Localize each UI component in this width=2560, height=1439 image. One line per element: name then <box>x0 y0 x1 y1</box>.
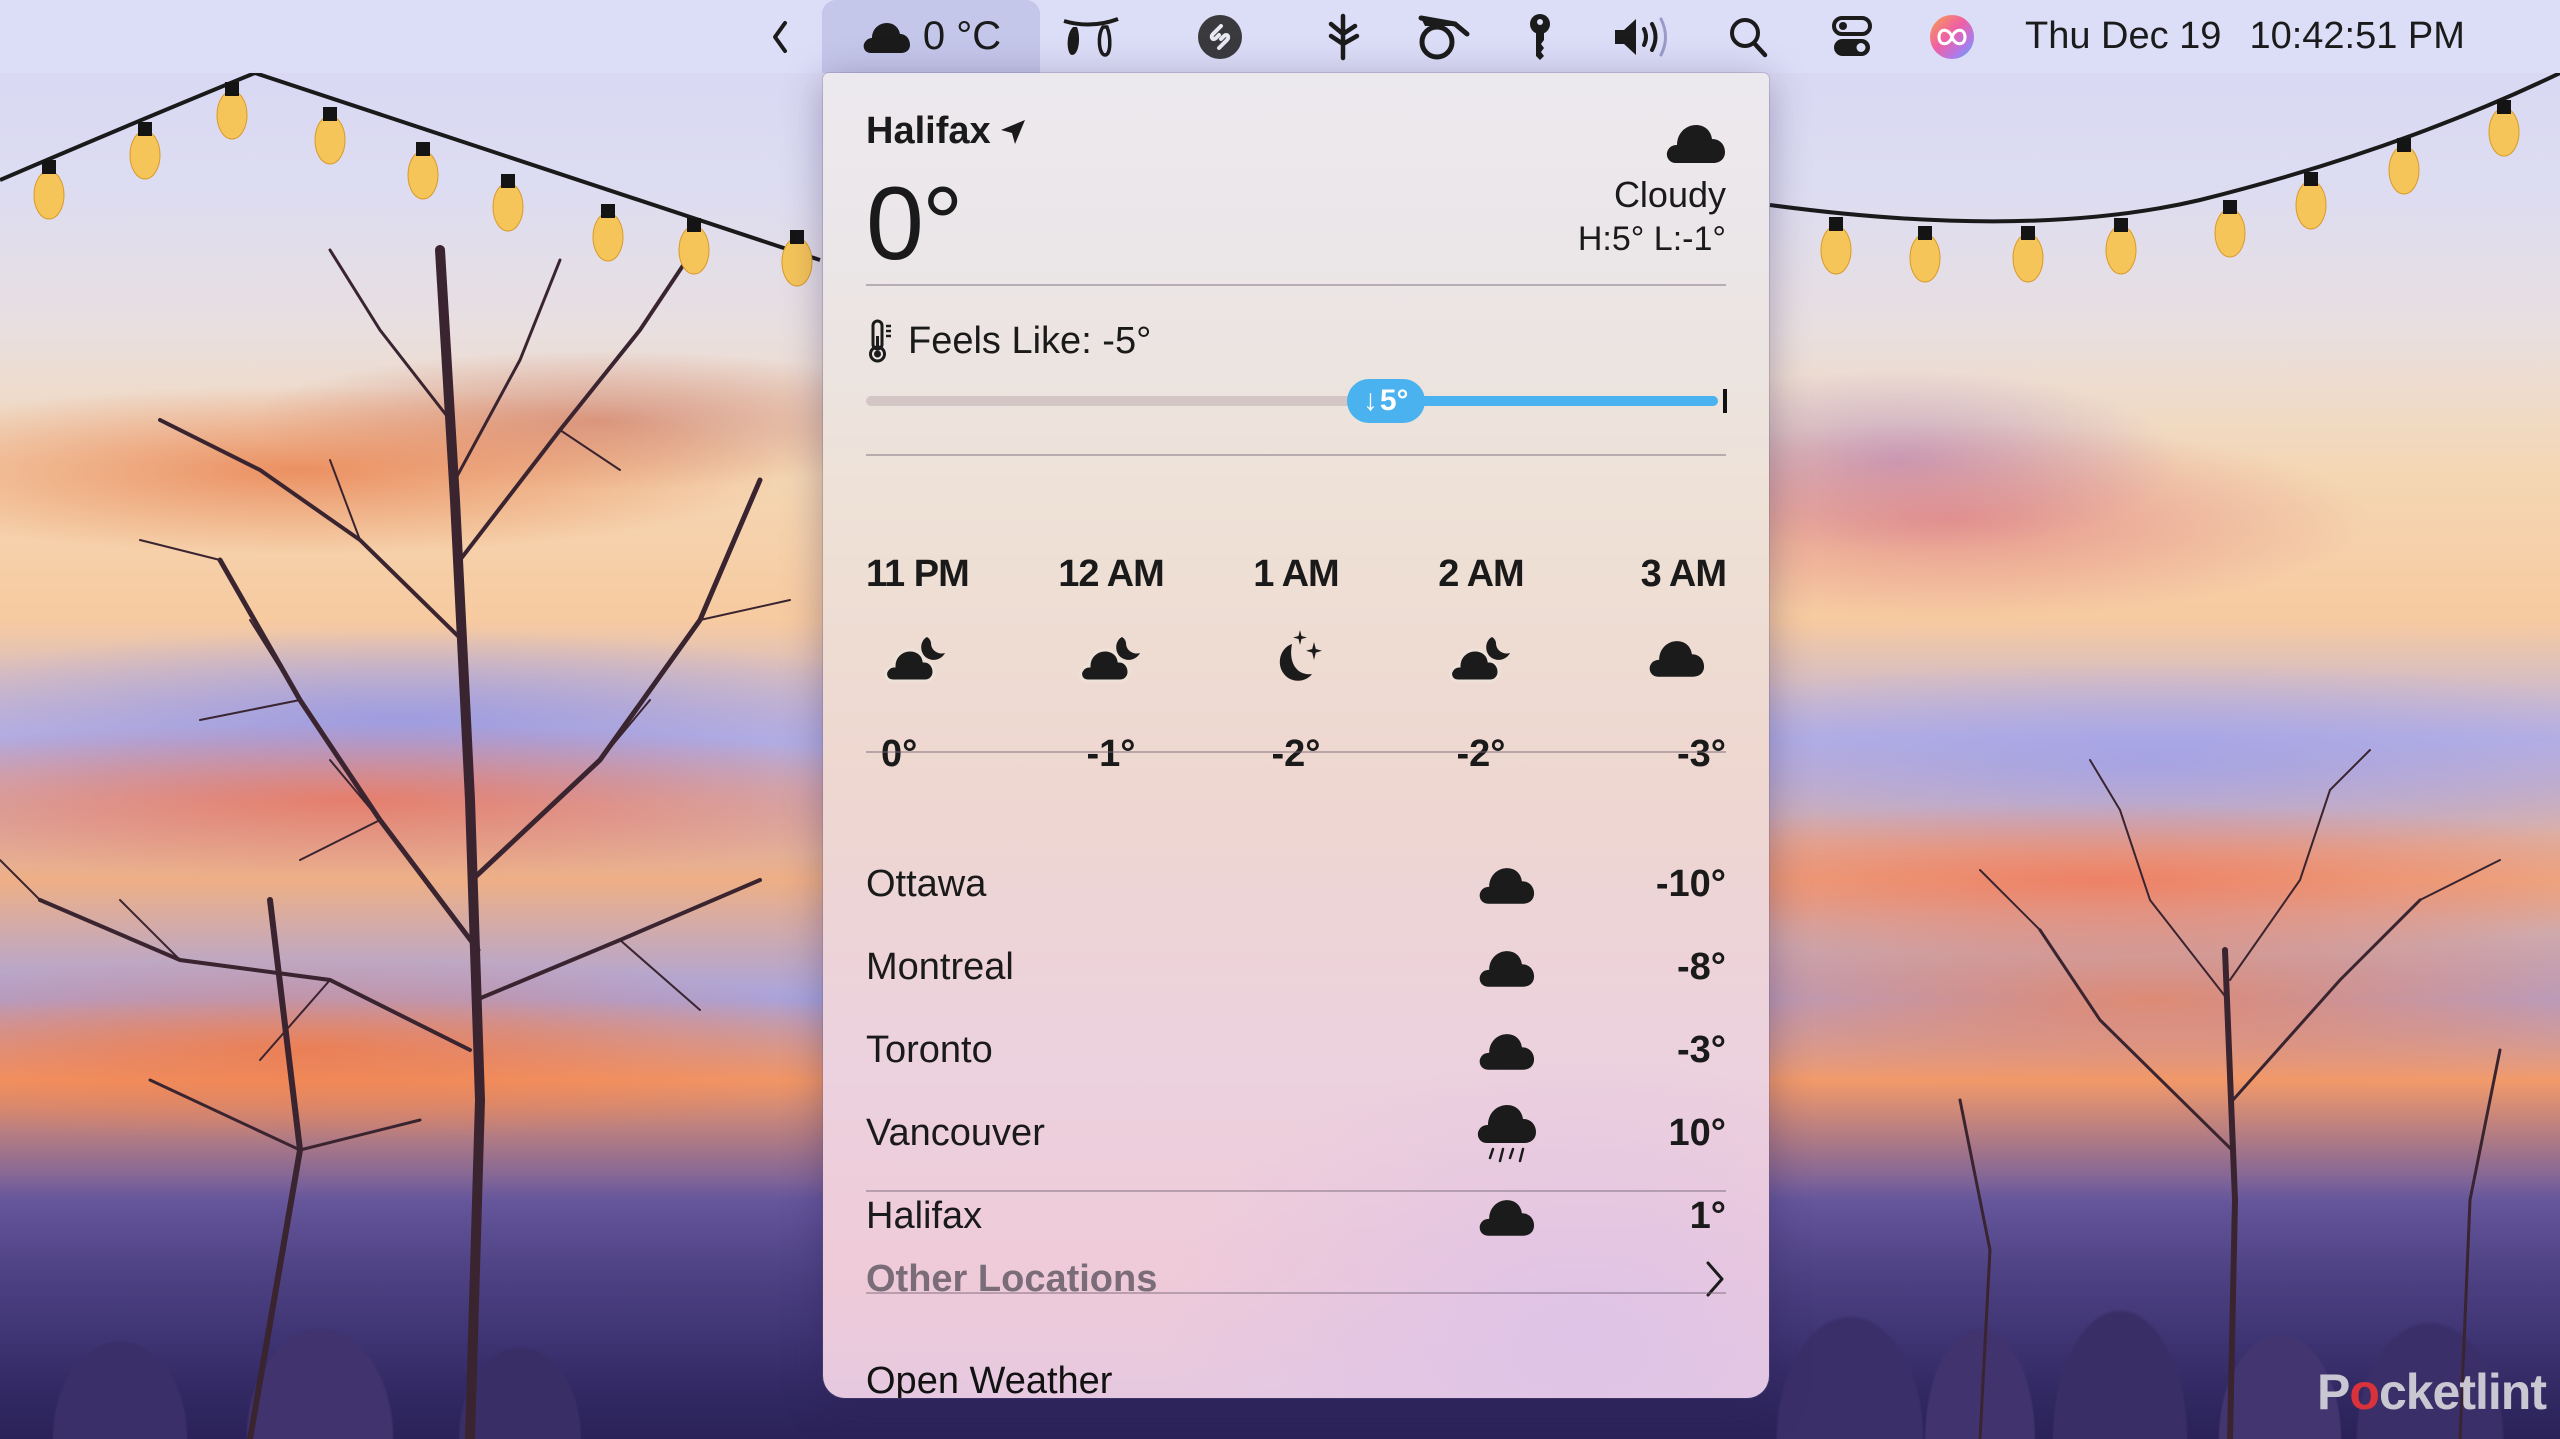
current-condition: Cloudy <box>1613 174 1726 215</box>
divider <box>866 284 1726 286</box>
menubar-coffee-button[interactable] <box>1410 0 1474 73</box>
divider <box>866 751 1726 753</box>
location-name: Ottawa <box>866 863 987 905</box>
menubar-string-lights-button[interactable] <box>1055 0 1127 73</box>
cloud-icon <box>1466 864 1546 906</box>
other-locations-menu-item[interactable]: Other Locations <box>866 1239 1726 1319</box>
string-lights-icon <box>1063 16 1119 57</box>
saved-locations-list: Ottawa -10° Montreal -8° Toronto -3° Van… <box>866 843 1726 1258</box>
cloud-moon-icon <box>1061 613 1161 703</box>
cloud-icon <box>863 22 910 53</box>
key-icon <box>1530 13 1550 60</box>
menubar-password-button[interactable] <box>1520 0 1560 73</box>
feels-like-indicator: ↓ 5° <box>1346 379 1425 423</box>
shazam-icon <box>1198 14 1242 59</box>
volume-icon <box>1615 17 1667 56</box>
search-icon <box>1730 17 1768 57</box>
pocketlint-watermark: Pocketlint <box>2317 1364 2547 1420</box>
divider <box>866 1292 1726 1294</box>
weather-menu-panel: Halifax 0° Cloudy H:5° L:-1° Feels Like:… <box>823 73 1769 1398</box>
cloud-icon <box>1466 1196 1546 1238</box>
feels-like-label: Feels Like: -5° <box>908 319 1152 362</box>
location-list-item[interactable]: Toronto -3° <box>866 1009 1726 1092</box>
menu-bar: 0 °C Thu Dec 19 10:42:51 PM <box>0 0 2560 73</box>
open-weather-label: Open Weather <box>866 1359 1113 1399</box>
menubar-fern-app-button[interactable] <box>1318 0 1368 73</box>
location-temperature: -3° <box>1677 1029 1726 1071</box>
menubar-spotlight-button[interactable] <box>1726 0 1770 73</box>
hourly-item: 12 AM -1° <box>1051 553 1171 776</box>
high-low-temperature: H:5° L:-1° <box>1577 220 1726 258</box>
string-lights-left <box>0 70 821 287</box>
cloud-moon-icon <box>1431 613 1531 703</box>
hourly-item: 1 AM -2° <box>1236 553 1356 776</box>
feels-like-end-marker <box>1723 389 1727 413</box>
hourly-time: 3 AM <box>1640 553 1727 595</box>
location-list-item[interactable]: Montreal -8° <box>866 926 1726 1009</box>
feels-like-row: Feels Like: -5° <box>866 318 1726 364</box>
menubar-control-center-button[interactable] <box>1828 0 1876 73</box>
menubar-shazam-button[interactable] <box>1195 0 1245 73</box>
hourly-item: 11 PM 0° <box>866 553 986 776</box>
hourly-temperature: 0° <box>881 733 918 775</box>
menubar-weather-temperature: 0 °C <box>922 14 1002 58</box>
hourly-item: 3 AM -3° <box>1606 553 1727 776</box>
control-center-icon <box>1832 15 1872 56</box>
location-list-item[interactable]: Ottawa -10° <box>866 843 1726 926</box>
siri-icon <box>1930 14 1974 59</box>
menubar-expand-button[interactable] <box>760 0 800 73</box>
chevron-left-icon <box>773 20 787 53</box>
hourly-temperature: -1° <box>1086 733 1136 775</box>
open-weather-menu-item[interactable]: Open Weather <box>866 1341 1726 1399</box>
cloud-rain-icon <box>1466 1103 1546 1165</box>
divider <box>866 1190 1726 1192</box>
hourly-temperature: -2° <box>1456 733 1506 775</box>
hourly-temperature: -2° <box>1271 733 1321 775</box>
moon-stars-icon <box>1246 613 1346 703</box>
hourly-time: 2 AM <box>1438 553 1524 595</box>
current-location-name: Halifax <box>866 110 991 152</box>
location-name: Halifax <box>866 1195 983 1237</box>
location-name: Vancouver <box>866 1112 1045 1154</box>
menubar-weather-button[interactable]: 0 °C <box>822 0 1040 73</box>
other-locations-label: Other Locations <box>866 1257 1158 1300</box>
arrow-down-icon: ↓ <box>1362 384 1378 417</box>
divider <box>866 454 1726 456</box>
location-list-item[interactable]: Vancouver 10° <box>866 1092 1726 1175</box>
location-temperature: 10° <box>1668 1112 1726 1154</box>
location-temperature: 1° <box>1689 1195 1726 1237</box>
cloud-icon <box>1466 1030 1546 1072</box>
menubar-clock[interactable]: Thu Dec 19 10:42:51 PM <box>2025 0 2465 73</box>
hourly-time: 1 AM <box>1253 553 1339 595</box>
feels-like-fill <box>1385 396 1718 406</box>
location-name: Toronto <box>866 1029 993 1071</box>
fern-icon <box>1328 13 1360 60</box>
hourly-item: 2 AM -2° <box>1421 553 1541 776</box>
location-temperature: -8° <box>1677 946 1726 988</box>
hourly-time: 12 AM <box>1058 553 1165 595</box>
hourly-time: 11 PM <box>866 553 970 595</box>
location-temperature: -10° <box>1655 863 1726 905</box>
thermometer-icon <box>869 319 891 363</box>
cloud-icon <box>1666 125 1725 163</box>
cloud-icon <box>1626 613 1726 703</box>
hourly-temperature: -3° <box>1677 733 1726 775</box>
coffee-pot-icon <box>1418 15 1470 59</box>
clock-time: 10:42:51 PM <box>2249 15 2465 57</box>
clock-date: Thu Dec 19 <box>2025 15 2222 57</box>
cloud-moon-icon <box>881 613 951 703</box>
string-lights-right <box>1769 71 2560 283</box>
location-arrow-icon <box>1000 119 1025 144</box>
cloud-icon <box>1466 947 1546 989</box>
hourly-forecast: 11 PM 0° 12 AM -1° 1 AM -2° 2 AM -2° 3 A… <box>866 553 1727 776</box>
feels-like-delta: 5° <box>1379 384 1409 417</box>
menubar-siri-button[interactable] <box>1928 0 1976 73</box>
location-name: Montreal <box>866 946 1014 988</box>
menubar-volume-button[interactable] <box>1610 0 1674 73</box>
current-condition-block: Cloudy H:5° L:-1° <box>1578 121 1726 261</box>
